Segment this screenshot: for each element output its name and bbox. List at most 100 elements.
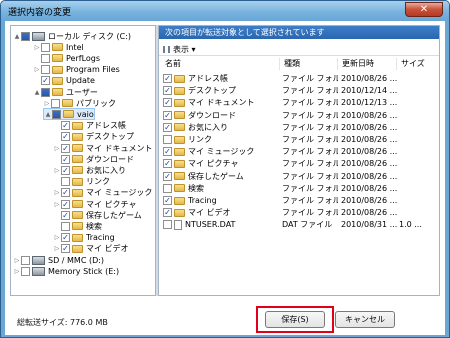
tree-item-checkbox[interactable]: ✓	[61, 154, 70, 164]
file-checkbox[interactable]: ✓	[163, 208, 172, 218]
tree-item-checkbox[interactable]	[61, 177, 70, 187]
column-header-size[interactable]: サイズ	[401, 58, 425, 70]
tree-item[interactable]: PerfLogs	[33, 52, 100, 64]
file-checkbox[interactable]: ✓	[163, 86, 172, 96]
tree-item-checkbox[interactable]	[61, 221, 70, 231]
collapse-arrow-icon[interactable]: ▲	[44, 111, 52, 118]
expand-arrow-icon[interactable]: ▷	[53, 234, 61, 241]
tree-item[interactable]: ▷ Program Files	[33, 64, 120, 76]
tree-item[interactable]: ▲ vaio	[43, 108, 95, 121]
cancel-button[interactable]: キャンセル	[335, 311, 395, 328]
tree-item-checkbox[interactable]	[21, 266, 30, 276]
tree-item[interactable]: 検索	[53, 220, 102, 232]
tree-item[interactable]: ✓ ダウンロード	[53, 153, 134, 165]
collapse-arrow-icon[interactable]: ▲	[33, 89, 41, 96]
tree-item[interactable]: ▷ ✓ マイ ドキュメント	[53, 142, 153, 154]
file-row[interactable]: ✓ Tracing ファイル フォル...2010/08/26 ...	[159, 195, 439, 206]
tree-item-checkbox[interactable]	[41, 65, 50, 75]
column-header-name[interactable]: 名前	[165, 58, 181, 70]
column-divider[interactable]	[279, 58, 280, 70]
column-header-date[interactable]: 更新日時	[342, 58, 374, 70]
file-checkbox[interactable]: ✓	[163, 171, 172, 181]
tree-item[interactable]: ▷ ✓ マイ ビデオ	[53, 243, 129, 255]
tree-item[interactable]: ✓ 保存したゲーム	[53, 209, 142, 221]
tree-item[interactable]: ▷ SD / MMC (D:)	[13, 254, 104, 266]
expand-arrow-icon[interactable]: ▷	[43, 100, 51, 107]
tree-item[interactable]: ▷ Memory Stick (E:)	[13, 265, 119, 277]
expand-arrow-icon[interactable]: ▷	[13, 268, 21, 275]
tree-item-checkbox[interactable]	[41, 87, 50, 97]
tree-item-checkbox[interactable]	[41, 53, 50, 63]
tree-item-checkbox[interactable]: ✓	[61, 233, 70, 243]
file-checkbox[interactable]: ✓	[163, 147, 172, 157]
file-checkbox[interactable]	[163, 183, 172, 193]
file-date: 2010/08/26 ...	[341, 147, 397, 157]
file-row[interactable]: ✓ 保存したゲーム ファイル フォル...2010/08/26 ...	[159, 171, 439, 182]
file-checkbox[interactable]: ✓	[163, 122, 172, 132]
file-checkbox[interactable]: ✓	[163, 74, 172, 83]
close-button[interactable]: ✕	[405, 2, 443, 17]
column-divider[interactable]	[337, 58, 338, 70]
file-row[interactable]: ✓ マイ ピクチャ ファイル フォル...2010/08/26 ...	[159, 158, 439, 169]
expand-arrow-icon[interactable]: ▷	[53, 167, 61, 174]
save-button[interactable]: 保存(S)	[265, 311, 325, 328]
tree-item-checkbox[interactable]: ✓	[41, 76, 50, 86]
file-checkbox[interactable]	[163, 220, 172, 230]
tree-item[interactable]: ▲ ユーザー	[33, 86, 98, 98]
file-row[interactable]: ✓ デスクトップ ファイル フォル...2010/12/14 ...	[159, 85, 439, 96]
tree-item[interactable]: ✓ Update	[33, 75, 95, 87]
details-toolbar: 表示 ▾	[159, 42, 439, 56]
file-row[interactable]: ✓ お気に入り ファイル フォル...2010/08/26 ...	[159, 122, 439, 133]
folder-icon	[174, 86, 185, 95]
expand-arrow-icon[interactable]: ▷	[53, 201, 61, 208]
file-row[interactable]: ✓ アドレス帳 ファイル フォル...2010/08/26 ...	[159, 73, 439, 84]
tree-item[interactable]: ▷ ✓ Tracing	[53, 232, 115, 244]
title-bar[interactable]: 選択内容の変更 ✕	[1, 1, 449, 21]
file-row[interactable]: ✓ ダウンロード ファイル フォル...2010/08/26 ...	[159, 110, 439, 121]
tree-item[interactable]: ▷ ✓ マイ ミュージック	[53, 187, 152, 199]
file-checkbox[interactable]: ✓	[163, 196, 172, 205]
tree-item-checkbox[interactable]: ✓	[61, 199, 70, 209]
file-row[interactable]: リンク ファイル フォル...2010/08/26 ...	[159, 134, 439, 145]
tree-item-checkbox[interactable]	[52, 109, 61, 119]
file-row[interactable]: ✓ マイ ミュージック ファイル フォル...2010/08/26 ...	[159, 146, 439, 157]
tree-item-checkbox[interactable]	[21, 255, 30, 265]
tree-item-checkbox[interactable]: ✓	[61, 244, 70, 254]
expand-arrow-icon[interactable]: ▷	[53, 189, 61, 196]
expand-arrow-icon[interactable]: ▷	[53, 145, 61, 152]
expand-arrow-icon[interactable]: ▷	[33, 44, 41, 51]
tree-item-checkbox[interactable]	[41, 42, 50, 52]
column-header-type[interactable]: 種類	[284, 58, 300, 70]
expand-arrow-icon[interactable]: ▷	[13, 257, 21, 264]
tree-item-checkbox[interactable]: ✓	[61, 132, 70, 142]
tree-item[interactable]: ▷ ✓ お気に入り	[53, 164, 126, 176]
tree-item[interactable]: ✓ アドレス帳	[53, 120, 126, 132]
file-checkbox[interactable]: ✓	[163, 110, 172, 120]
view-menu-button[interactable]: 表示 ▾	[163, 43, 196, 55]
file-checkbox[interactable]	[163, 135, 172, 144]
file-row[interactable]: 検索 ファイル フォル...2010/08/26 ...	[159, 183, 439, 194]
expand-arrow-icon[interactable]: ▷	[53, 245, 61, 252]
tree-item-checkbox[interactable]: ✓	[61, 210, 70, 220]
tree-item-checkbox[interactable]: ✓	[61, 165, 70, 175]
tree-item[interactable]: ▷ Intel	[33, 41, 84, 53]
tree-item[interactable]: ▲ ローカル ディスク (C:)	[13, 30, 131, 42]
tree-item-checkbox[interactable]: ✓	[61, 188, 70, 198]
file-row[interactable]: ✓ マイ ビデオ ファイル フォル...2010/08/26 ...	[159, 207, 439, 218]
tree-item-checkbox[interactable]	[51, 98, 60, 108]
column-divider[interactable]	[396, 58, 397, 70]
file-row[interactable]: ✓ マイ ドキュメント ファイル フォル...2010/12/13 ...	[159, 97, 439, 108]
tree-item-checkbox[interactable]	[21, 31, 30, 41]
tree-item-checkbox[interactable]: ✓	[61, 121, 70, 131]
expand-arrow-icon[interactable]: ▷	[33, 66, 41, 73]
tree-item[interactable]: リンク	[53, 176, 110, 188]
file-checkbox[interactable]: ✓	[163, 98, 172, 108]
tree-item[interactable]: ▷ パブリック	[43, 97, 116, 109]
tree-item-checkbox[interactable]: ✓	[61, 143, 70, 153]
collapse-arrow-icon[interactable]: ▲	[13, 33, 21, 40]
file-row[interactable]: NTUSER.DAT DAT ファイル 2010/08/31 ... 1.0 ...	[159, 219, 439, 230]
folder-tree[interactable]: ▲ ローカル ディスク (C:) ▷ Intel PerfLogs ▷ Program Fi…	[10, 25, 156, 296]
tree-item[interactable]: ▷ ✓ マイ ピクチャ	[53, 198, 136, 210]
tree-item[interactable]: ✓ デスクトップ	[53, 131, 134, 143]
file-checkbox[interactable]: ✓	[163, 159, 172, 169]
